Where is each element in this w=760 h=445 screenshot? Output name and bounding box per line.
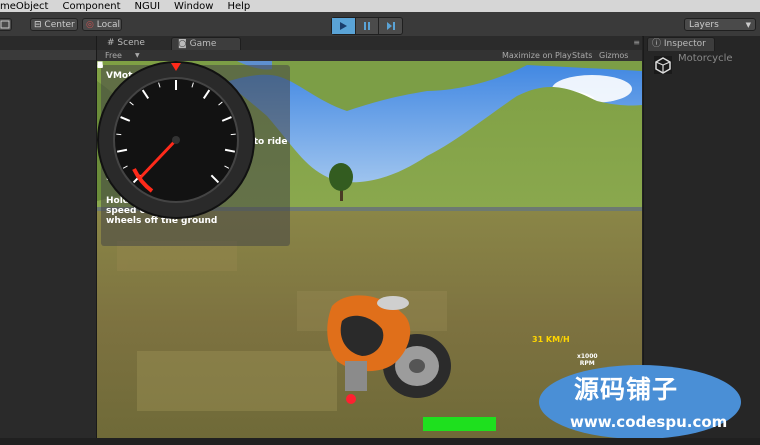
rpm-unit-line1: x1000 bbox=[577, 353, 598, 360]
health-bar bbox=[423, 417, 496, 431]
menu-window[interactable]: Window bbox=[174, 1, 213, 12]
rect-tool-icon bbox=[0, 20, 10, 29]
info-icon: ⓘ bbox=[652, 39, 662, 49]
tab-game[interactable]: ◙ Game bbox=[171, 37, 241, 51]
menu-bar: meObject Component NGUI Window Help bbox=[0, 0, 760, 12]
rect-tool-button[interactable] bbox=[0, 18, 12, 31]
menu-help[interactable]: Help bbox=[227, 1, 250, 12]
game-view-bar: Free Aspect ▼ Maximize on Play Stats Giz… bbox=[97, 50, 642, 71]
layers-dropdown[interactable]: Layers ▼ bbox=[684, 18, 756, 31]
tab-inspector-label: Inspector bbox=[663, 39, 706, 49]
tachometer-gauge bbox=[97, 61, 255, 219]
tab-scene[interactable]: # Scene bbox=[101, 37, 151, 50]
maximize-on-play-toggle[interactable]: Maximize on Play bbox=[502, 50, 572, 61]
panel-menu-icon[interactable]: ≡ bbox=[633, 38, 640, 47]
play-icon bbox=[340, 22, 348, 30]
inspector-object-name: Motorcycle bbox=[678, 53, 733, 64]
space-local-button[interactable]: ◎ Local bbox=[82, 18, 122, 31]
hierarchy-search-strip[interactable] bbox=[0, 50, 96, 60]
menu-gameobject[interactable]: meObject bbox=[0, 1, 48, 12]
play-button[interactable] bbox=[332, 18, 356, 34]
space-local-label: Local bbox=[96, 20, 121, 30]
stats-toggle[interactable]: Stats bbox=[572, 50, 592, 61]
pivot-center-button[interactable]: ⊟ Center bbox=[30, 18, 78, 31]
watermark-title: 源码铺子 bbox=[574, 375, 679, 404]
chevron-down-icon: ▼ bbox=[745, 21, 751, 29]
hierarchy-panel bbox=[0, 36, 97, 445]
pivot-icon: ⊟ bbox=[34, 20, 42, 30]
pause-button[interactable] bbox=[356, 18, 380, 34]
gauge-tick-label: 9 bbox=[97, 61, 104, 71]
local-space-icon: ◎ bbox=[86, 20, 94, 30]
status-bar bbox=[0, 438, 760, 445]
play-controls bbox=[331, 17, 403, 35]
step-button[interactable] bbox=[379, 18, 402, 34]
tab-scene-label: Scene bbox=[117, 38, 145, 48]
toolbar: ⊟ Center ◎ Local Layers ▼ bbox=[0, 12, 760, 37]
pivot-center-label: Center bbox=[44, 20, 75, 30]
watermark-url: www.codespu.com bbox=[570, 413, 728, 431]
menu-component[interactable]: Component bbox=[62, 1, 120, 12]
layers-label: Layers bbox=[689, 20, 719, 30]
speed-readout: 31 KM/H bbox=[532, 335, 570, 344]
menu-ngui[interactable]: NGUI bbox=[135, 1, 161, 12]
grid-icon: # bbox=[107, 38, 115, 48]
step-icon bbox=[386, 22, 395, 30]
tab-game-label: Game bbox=[189, 39, 217, 49]
view-tabs: # Scene ◙ Game ≡ bbox=[97, 36, 642, 51]
camera-icon: ◙ bbox=[178, 39, 187, 49]
gizmos-dropdown[interactable]: Gizmos bbox=[599, 50, 628, 61]
watermark-badge: 源码铺子 www.codespu.com bbox=[538, 362, 743, 441]
tab-inspector[interactable]: ⓘ Inspector bbox=[647, 37, 715, 51]
chevron-down-icon: ▼ bbox=[135, 52, 140, 59]
pause-icon bbox=[364, 22, 370, 30]
unity-logo-icon bbox=[654, 56, 672, 74]
